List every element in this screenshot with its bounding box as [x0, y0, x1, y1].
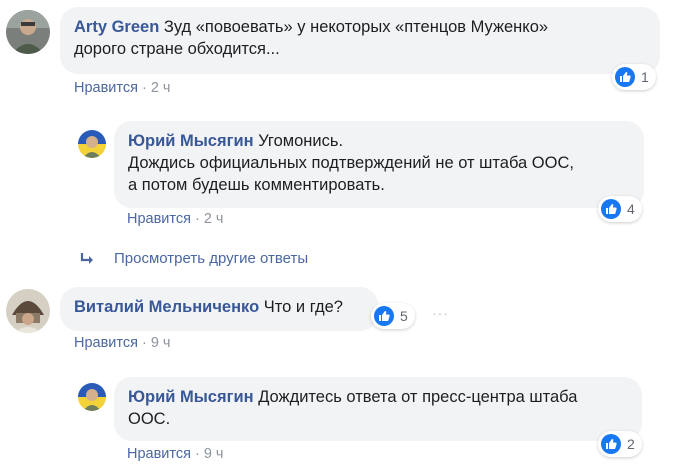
comment-time[interactable]: 9 ч [204, 446, 224, 462]
thumbs-up-icon [615, 67, 635, 87]
reply-arrow-icon [80, 252, 93, 264]
comment-options-button[interactable]: ··· [432, 305, 449, 321]
comment-text: Что и где? [263, 298, 343, 316]
comment-author[interactable]: Виталий Мельниченко [74, 298, 259, 316]
comment-time[interactable]: 2 ч [204, 211, 224, 227]
comment-text: ООС. [128, 410, 171, 428]
comment-author[interactable]: Юрий Мысягин [128, 388, 254, 406]
reaction-count: 2 [627, 436, 635, 452]
more-replies-link[interactable]: Просмотреть другие ответы [80, 250, 308, 267]
more-replies-label[interactable]: Просмотреть другие ответы [114, 250, 308, 267]
reaction-count: 1 [641, 69, 649, 85]
comment-author[interactable]: Arty Green [74, 18, 159, 36]
comment-meta: Нравится · 9 ч [127, 446, 224, 462]
comment-bubble: Arty Green Зуд «повоевать» у некоторых «… [60, 7, 660, 74]
comment-text: Дождись официальных подтверждений не от … [128, 154, 574, 172]
like-link[interactable]: Нравится [127, 211, 191, 227]
like-link[interactable]: Нравится [74, 80, 138, 96]
like-link[interactable]: Нравится [74, 335, 138, 351]
reaction-count-badge[interactable]: 5 [371, 303, 415, 329]
comment-time[interactable]: 9 ч [151, 335, 171, 351]
comment-meta: Нравится · 2 ч [74, 80, 171, 96]
comment-meta: Нравится · 2 ч [127, 211, 224, 227]
reaction-count-badge[interactable]: 4 [598, 196, 642, 222]
thumbs-up-icon [374, 306, 394, 326]
thumbs-up-icon [601, 434, 621, 454]
comment-time[interactable]: 2 ч [151, 80, 171, 96]
reply-bubble: Юрий Мысягин Дождитесь ответа от пресс-ц… [114, 377, 642, 441]
reply-bubble: Юрий Мысягин Угомонись. Дождись официаль… [114, 121, 644, 208]
reaction-count-badge[interactable]: 1 [612, 64, 656, 90]
avatar[interactable] [78, 130, 106, 158]
comment-bubble: Виталий Мельниченко Что и где? [60, 287, 378, 331]
reaction-count: 5 [400, 308, 408, 324]
comment-author[interactable]: Юрий Мысягин [128, 132, 254, 150]
reaction-count: 4 [627, 201, 635, 217]
like-link[interactable]: Нравится [127, 446, 191, 462]
thumbs-up-icon [601, 199, 621, 219]
comment-text: Угомонись. [258, 132, 344, 150]
comment-text: а потом будешь комментировать. [128, 176, 385, 194]
avatar[interactable] [6, 10, 50, 54]
avatar[interactable] [78, 383, 106, 411]
comment-text: дорого стране обходится... [74, 40, 280, 58]
reaction-count-badge[interactable]: 2 [598, 431, 642, 457]
comment-text: Зуд «повоевать» у некоторых «птенцов Муж… [163, 18, 549, 36]
avatar[interactable] [6, 289, 50, 333]
comment-text: Дождитесь ответа от пресс-центра штаба [258, 388, 578, 406]
comment-meta: Нравится · 9 ч [74, 335, 171, 351]
